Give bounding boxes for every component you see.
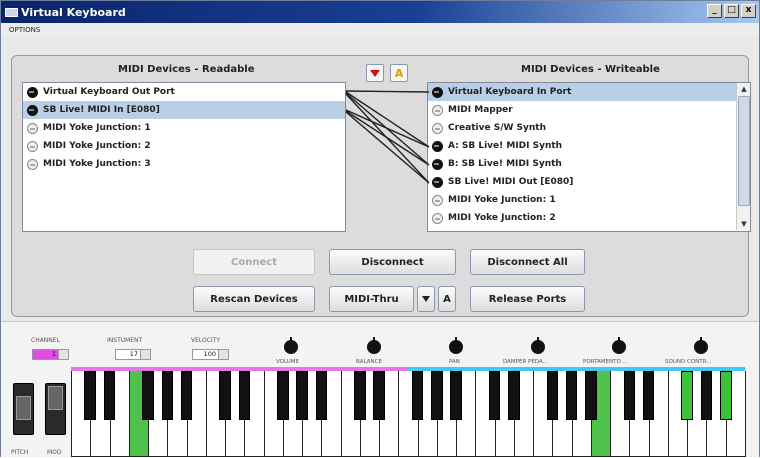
sound-control-knob[interactable] bbox=[694, 337, 708, 354]
thru-filter-button[interactable] bbox=[417, 286, 435, 312]
midi-thru-button[interactable]: MIDI-Thru bbox=[329, 286, 414, 312]
rename-icon: A bbox=[443, 293, 451, 305]
black-key[interactable] bbox=[719, 371, 732, 420]
black-key[interactable] bbox=[103, 371, 116, 420]
knob-label: PORTAMENTO ... bbox=[583, 359, 628, 365]
channel-spinner[interactable]: 1 bbox=[32, 349, 69, 360]
velocity-value: 100 bbox=[203, 350, 216, 358]
velocity-label: VELOCITY bbox=[191, 337, 221, 344]
velocity-spinner[interactable]: 100 bbox=[192, 349, 229, 360]
piano-keyboard[interactable] bbox=[71, 371, 746, 457]
mod-wheel-thumb[interactable] bbox=[48, 386, 63, 410]
black-key[interactable] bbox=[546, 371, 559, 420]
thru-rename-button[interactable]: A bbox=[438, 286, 456, 312]
connect-button[interactable]: Connect bbox=[193, 249, 315, 275]
connection-line bbox=[345, 111, 430, 184]
damper-pedal-knob[interactable] bbox=[531, 337, 545, 354]
instrument-label: INSTUMENT bbox=[107, 337, 143, 344]
black-key[interactable] bbox=[277, 371, 289, 420]
black-key[interactable] bbox=[142, 371, 154, 420]
black-key[interactable] bbox=[315, 371, 328, 420]
knob-label: DAMPER PEDA... bbox=[503, 359, 548, 365]
black-key[interactable] bbox=[488, 371, 501, 420]
knob-label: BALANCE bbox=[356, 359, 382, 365]
black-key[interactable] bbox=[373, 371, 385, 420]
rescan-devices-button[interactable]: Rescan Devices bbox=[193, 286, 315, 312]
black-key[interactable] bbox=[623, 371, 636, 420]
connection-line bbox=[345, 109, 430, 148]
black-key[interactable] bbox=[642, 371, 655, 420]
black-key[interactable] bbox=[411, 371, 424, 420]
black-key[interactable] bbox=[180, 371, 193, 420]
filter-icon bbox=[422, 296, 430, 302]
black-key[interactable] bbox=[565, 371, 578, 420]
release-ports-button[interactable]: Release Ports bbox=[470, 286, 585, 312]
black-key[interactable] bbox=[700, 371, 713, 420]
app-window: Virtual Keyboard _ □ x OPTIONS MIDI Devi… bbox=[0, 0, 760, 457]
instrument-spinner[interactable]: 17 bbox=[115, 349, 151, 360]
knob-label: VOLUME bbox=[276, 359, 300, 365]
mod-label: MOD bbox=[47, 449, 62, 456]
spinner-arrows[interactable] bbox=[218, 350, 228, 359]
instrument-value: 17 bbox=[129, 350, 138, 358]
volume-knob[interactable] bbox=[284, 337, 298, 354]
black-key[interactable] bbox=[450, 371, 462, 420]
black-key[interactable] bbox=[84, 371, 97, 420]
pitch-wheel-thumb[interactable] bbox=[16, 396, 31, 420]
black-key[interactable] bbox=[681, 371, 693, 420]
disconnect-all-button[interactable]: Disconnect All bbox=[470, 249, 585, 275]
spinner-arrows[interactable] bbox=[58, 350, 68, 359]
channel-label: CHANNEL bbox=[31, 337, 60, 344]
channel-value: 1 bbox=[51, 350, 56, 358]
connection-line bbox=[345, 90, 430, 93]
black-key[interactable] bbox=[431, 371, 443, 420]
mod-wheel[interactable] bbox=[45, 383, 66, 435]
balance-knob[interactable] bbox=[367, 337, 381, 354]
portamento-knob[interactable] bbox=[612, 337, 626, 354]
knob-label: PAN bbox=[449, 359, 460, 365]
black-key[interactable] bbox=[508, 371, 520, 420]
pan-knob[interactable] bbox=[449, 337, 463, 354]
black-key[interactable] bbox=[219, 371, 231, 420]
black-key[interactable] bbox=[296, 371, 308, 420]
pitch-wheel[interactable] bbox=[13, 383, 34, 435]
spinner-arrows[interactable] bbox=[140, 350, 150, 359]
black-key[interactable] bbox=[354, 371, 366, 420]
black-key[interactable] bbox=[238, 371, 251, 420]
knob-label: SOUND CONTR... bbox=[665, 359, 712, 365]
pitch-label: PITCH bbox=[11, 449, 29, 456]
black-key[interactable] bbox=[585, 371, 597, 420]
disconnect-button[interactable]: Disconnect bbox=[329, 249, 456, 275]
black-key[interactable] bbox=[161, 371, 174, 420]
